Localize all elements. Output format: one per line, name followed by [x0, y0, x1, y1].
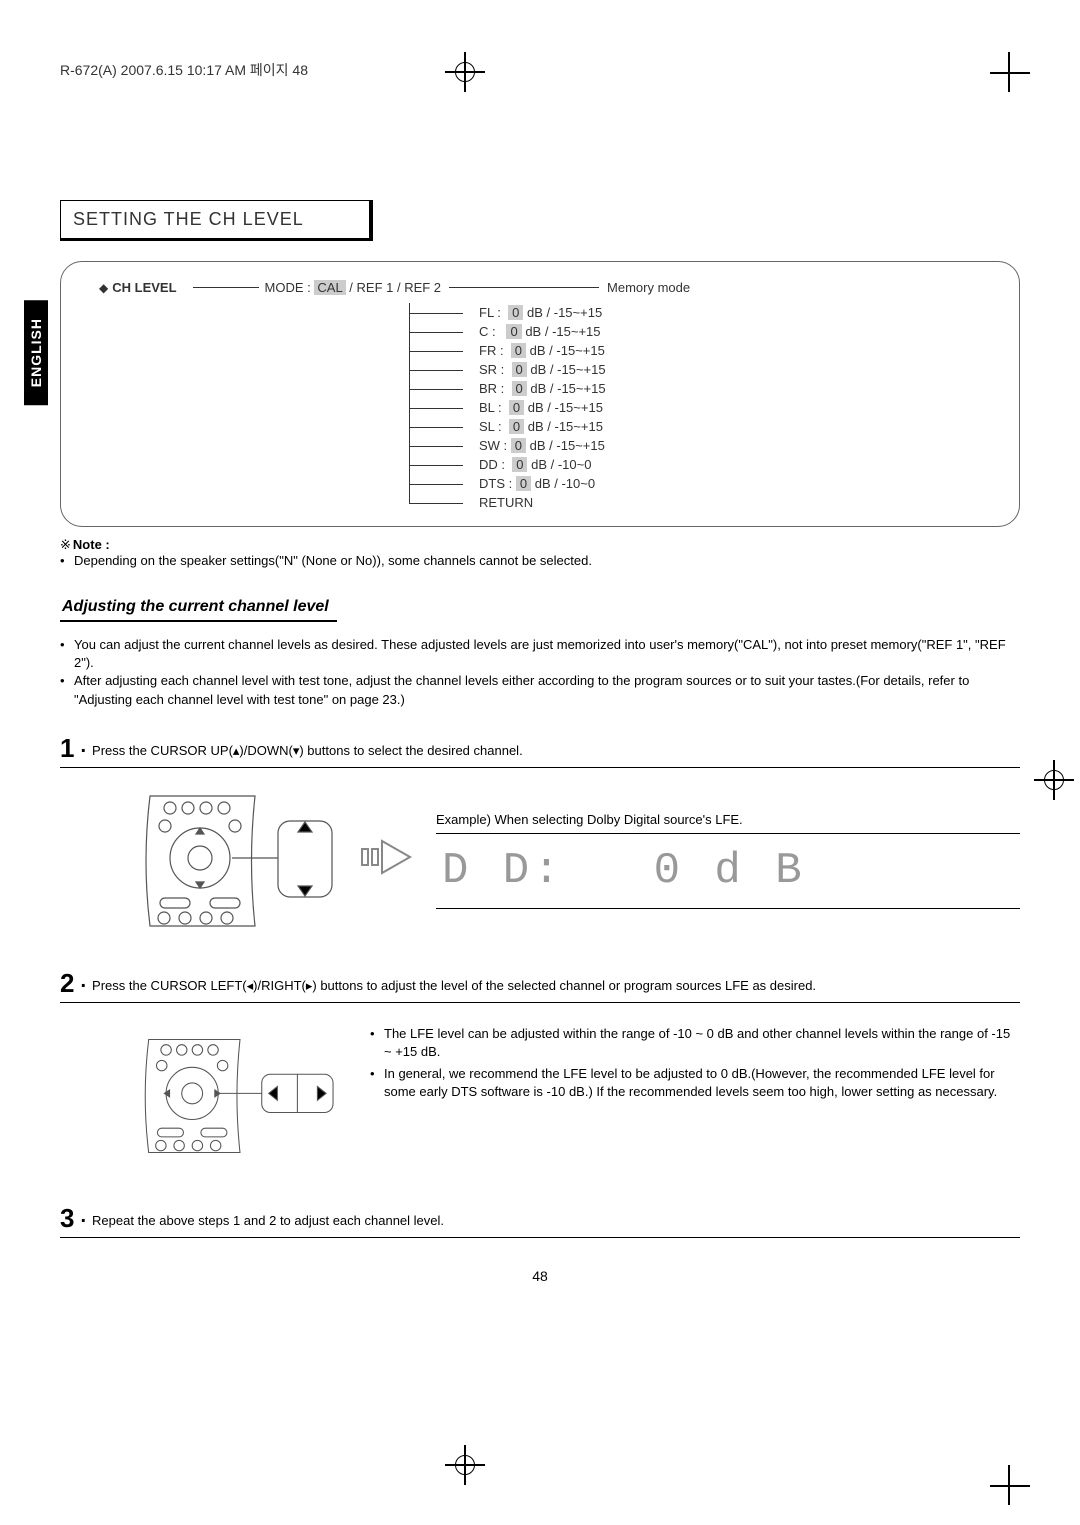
- print-header: R-672(A) 2007.6.15 10:17 AM 페이지 48: [60, 60, 1020, 80]
- memory-mode-label: Memory mode: [607, 280, 690, 295]
- step-3: 3. Repeat the above steps 1 and 2 to adj…: [60, 1199, 1020, 1238]
- ch-row: DTS : 0 dB / -10~0: [409, 474, 991, 493]
- step-2: 2. Press the CURSOR LEFT(◂)/RIGHT(▸) but…: [60, 964, 1020, 1003]
- ch-row: SR : 0 dB / -15~+15: [409, 360, 991, 379]
- remote-left-right-illustration: [140, 1021, 340, 1171]
- note-block: ※Note : •Depending on the speaker settin…: [60, 537, 1020, 568]
- arrow-right-icon: [358, 837, 418, 884]
- page-number: 48: [60, 1268, 1020, 1284]
- osd-menu-box: ◆ CH LEVEL MODE : CAL / REF 1 / REF 2 Me…: [60, 261, 1020, 527]
- ch-row: C : 0 dB / -15~+15: [409, 322, 991, 341]
- note-label: Note :: [73, 537, 110, 552]
- channel-list: FL : 0 dB / -15~+15 C : 0 dB / -15~+15 F…: [409, 303, 991, 512]
- ch-row: DD : 0 dB / -10~0: [409, 455, 991, 474]
- section-title: SETTING THE CH LEVEL: [60, 200, 373, 241]
- registration-mark-right: [1034, 760, 1074, 800]
- step2-notes: •The LFE level can be adjusted within th…: [370, 1021, 1020, 1106]
- ch-row: SW : 0 dB / -15~+15: [409, 436, 991, 455]
- ch-row: FL : 0 dB / -15~+15: [409, 303, 991, 322]
- lcd-right: 0 d B: [654, 846, 806, 896]
- intro-text: •You can adjust the current channel leve…: [60, 636, 1020, 709]
- note-symbol: ※: [60, 537, 71, 552]
- example-title: Example) When selecting Dolby Digital so…: [436, 812, 1020, 827]
- remote-up-down-illustration: [140, 786, 340, 936]
- mode-selected: CAL: [314, 280, 345, 295]
- ch-row: BL : 0 dB / -15~+15: [409, 398, 991, 417]
- subheading: Adjusting the current channel level: [60, 598, 337, 622]
- step-1: 1. Press the CURSOR UP(▴)/DOWN(▾) button…: [60, 729, 1020, 768]
- registration-mark-bottom: [445, 1445, 485, 1485]
- menu-heading: CH LEVEL: [112, 280, 176, 295]
- ch-row: FR : 0 dB / -15~+15: [409, 341, 991, 360]
- mode-options: CAL / REF 1 / REF 2: [314, 280, 441, 295]
- registration-mark-top: [445, 52, 485, 92]
- diamond-icon: ◆: [99, 281, 108, 295]
- lcd-left: D D:: [442, 846, 564, 896]
- ch-row: BR : 0 dB / -15~+15: [409, 379, 991, 398]
- language-tab: ENGLISH: [24, 300, 48, 405]
- return-row: RETURN: [409, 493, 991, 512]
- note-text: Depending on the speaker settings("N" (N…: [74, 553, 592, 568]
- mode-label: MODE :: [265, 280, 311, 295]
- ch-row: SL : 0 dB / -15~+15: [409, 417, 991, 436]
